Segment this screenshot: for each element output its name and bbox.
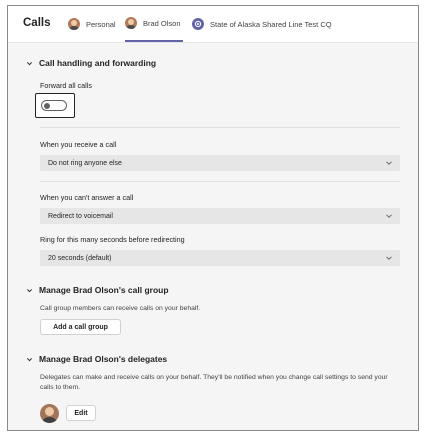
dropdown-value: Do not ring anyone else [48,159,122,167]
ring-duration-dropdown[interactable]: 20 seconds (default) [40,250,400,266]
brad-olson-avatar [125,17,137,29]
add-call-group-button[interactable]: Add a call group [40,319,121,335]
page-title: Calls [23,17,51,29]
unanswered-call-dropdown[interactable]: Redirect to voicemail [40,208,400,224]
dropdown-value: 20 seconds (default) [48,254,112,262]
unanswered-call-label: When you can't answer a call [40,193,134,202]
call-queue-icon [192,18,204,30]
chevron-down-icon [386,256,392,260]
forward-all-toggle[interactable] [41,100,67,111]
toggle-knob [44,102,50,109]
call-group-description: Call group members can receive calls on … [40,305,201,312]
personal-avatar [68,18,80,30]
tab-call-queue[interactable]: State of Alaska Shared Line Test CQ [192,6,332,42]
chevron-down-icon [386,214,392,218]
section-title: Call handling and forwarding [39,58,157,68]
tab-label: Personal [86,19,116,29]
divider [40,127,400,128]
header-bar: Calls Personal Brad Olson State of Alask… [8,6,418,43]
section-title: Manage Brad Olson's delegates [39,354,168,364]
receive-call-label: When you receive a call [40,140,117,149]
section-delegates[interactable]: Manage Brad Olson's delegates [25,354,167,364]
chevron-down-icon [25,59,33,67]
forward-all-focus-ring [35,93,75,118]
chevron-down-icon [386,161,392,165]
tab-brad-olson[interactable]: Brad Olson [125,6,183,42]
ring-duration-label: Ring for this many seconds before redire… [40,235,185,244]
tab-personal[interactable]: Personal [68,6,116,42]
tab-label: State of Alaska Shared Line Test CQ [210,19,332,29]
edit-delegates-button[interactable]: Edit [66,405,96,421]
section-call-group[interactable]: Manage Brad Olson's call group [25,285,169,295]
divider [40,181,400,182]
forward-all-label: Forward all calls [40,81,92,90]
section-title: Manage Brad Olson's call group [39,285,169,295]
delegates-description: Delegates can make and receive calls on … [40,374,388,391]
tab-label: Brad Olson [143,18,181,28]
chevron-down-icon [25,286,33,294]
dropdown-value: Redirect to voicemail [48,212,113,220]
delegate-avatar [40,404,59,423]
section-call-handling[interactable]: Call handling and forwarding [25,58,156,68]
receive-call-dropdown[interactable]: Do not ring anyone else [40,155,400,171]
chevron-down-icon [25,355,33,363]
calls-settings-window: Calls Personal Brad Olson State of Alask… [7,5,419,431]
